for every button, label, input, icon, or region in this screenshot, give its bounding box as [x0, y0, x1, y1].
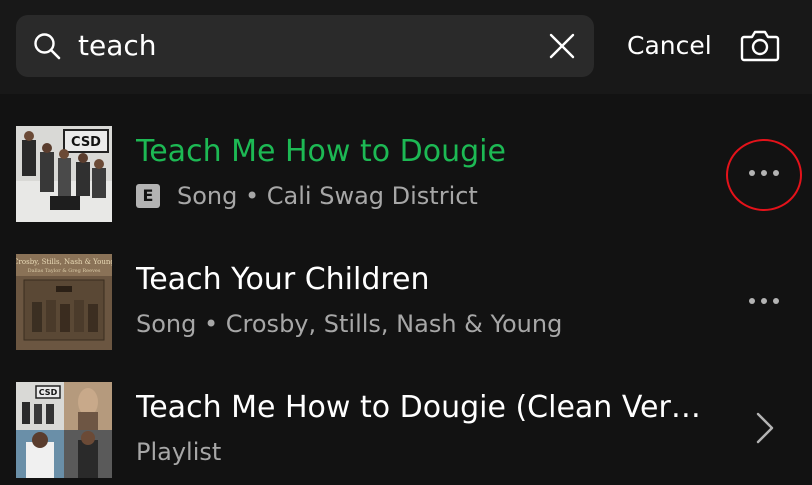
playlist-art: CSD: [16, 382, 112, 478]
result-title: Teach Your Children: [136, 262, 430, 297]
highlight-ring: [726, 139, 802, 211]
result-subtitle: Playlist: [136, 438, 222, 466]
explicit-badge: E: [136, 184, 160, 208]
svg-text:Crosby, Stills, Nash & Young: Crosby, Stills, Nash & Young: [16, 258, 112, 266]
search-query[interactable]: teach: [78, 15, 157, 77]
more-options-icon[interactable]: [742, 286, 786, 316]
result-subtitle-row: Playlist: [136, 438, 221, 466]
search-results-list: CSD Teach Me How to Dougie E Song • Cali…: [0, 94, 812, 485]
cancel-button[interactable]: Cancel: [627, 22, 712, 70]
list-item[interactable]: CSD Teach Me How to Dougie E Song • Cali…: [0, 94, 812, 222]
result-subtitle: Song • Cali Swag District: [177, 182, 478, 210]
search-header: teach Cancel: [0, 0, 812, 94]
result-subtitle: Song • Crosby, Stills, Nash & Young: [136, 310, 563, 338]
list-item[interactable]: Crosby, Stills, Nash & Young Dallas Tayl…: [0, 222, 812, 350]
close-icon[interactable]: [548, 32, 576, 60]
result-subtitle-row: E Song • Cali Swag District: [136, 182, 478, 210]
search-input[interactable]: teach: [16, 15, 594, 77]
search-icon: [34, 33, 61, 60]
svg-text:Dallas Taylor & Greg Reeves: Dallas Taylor & Greg Reeves: [28, 268, 101, 274]
chevron-right-icon[interactable]: [752, 408, 778, 448]
camera-icon[interactable]: [740, 28, 780, 64]
svg-text:CSD: CSD: [71, 135, 101, 150]
album-art: Crosby, Stills, Nash & Young Dallas Tayl…: [16, 254, 112, 350]
result-subtitle-row: Song • Crosby, Stills, Nash & Young: [136, 310, 562, 338]
svg-text:CSD: CSD: [39, 388, 58, 397]
album-art: CSD: [16, 126, 112, 222]
result-title: Teach Me How to Dougie (Clean Versi...: [136, 390, 716, 425]
list-item[interactable]: CSD Teach Me How to Dougie (Clean Versi.…: [0, 350, 812, 478]
result-title: Teach Me How to Dougie: [136, 134, 506, 169]
